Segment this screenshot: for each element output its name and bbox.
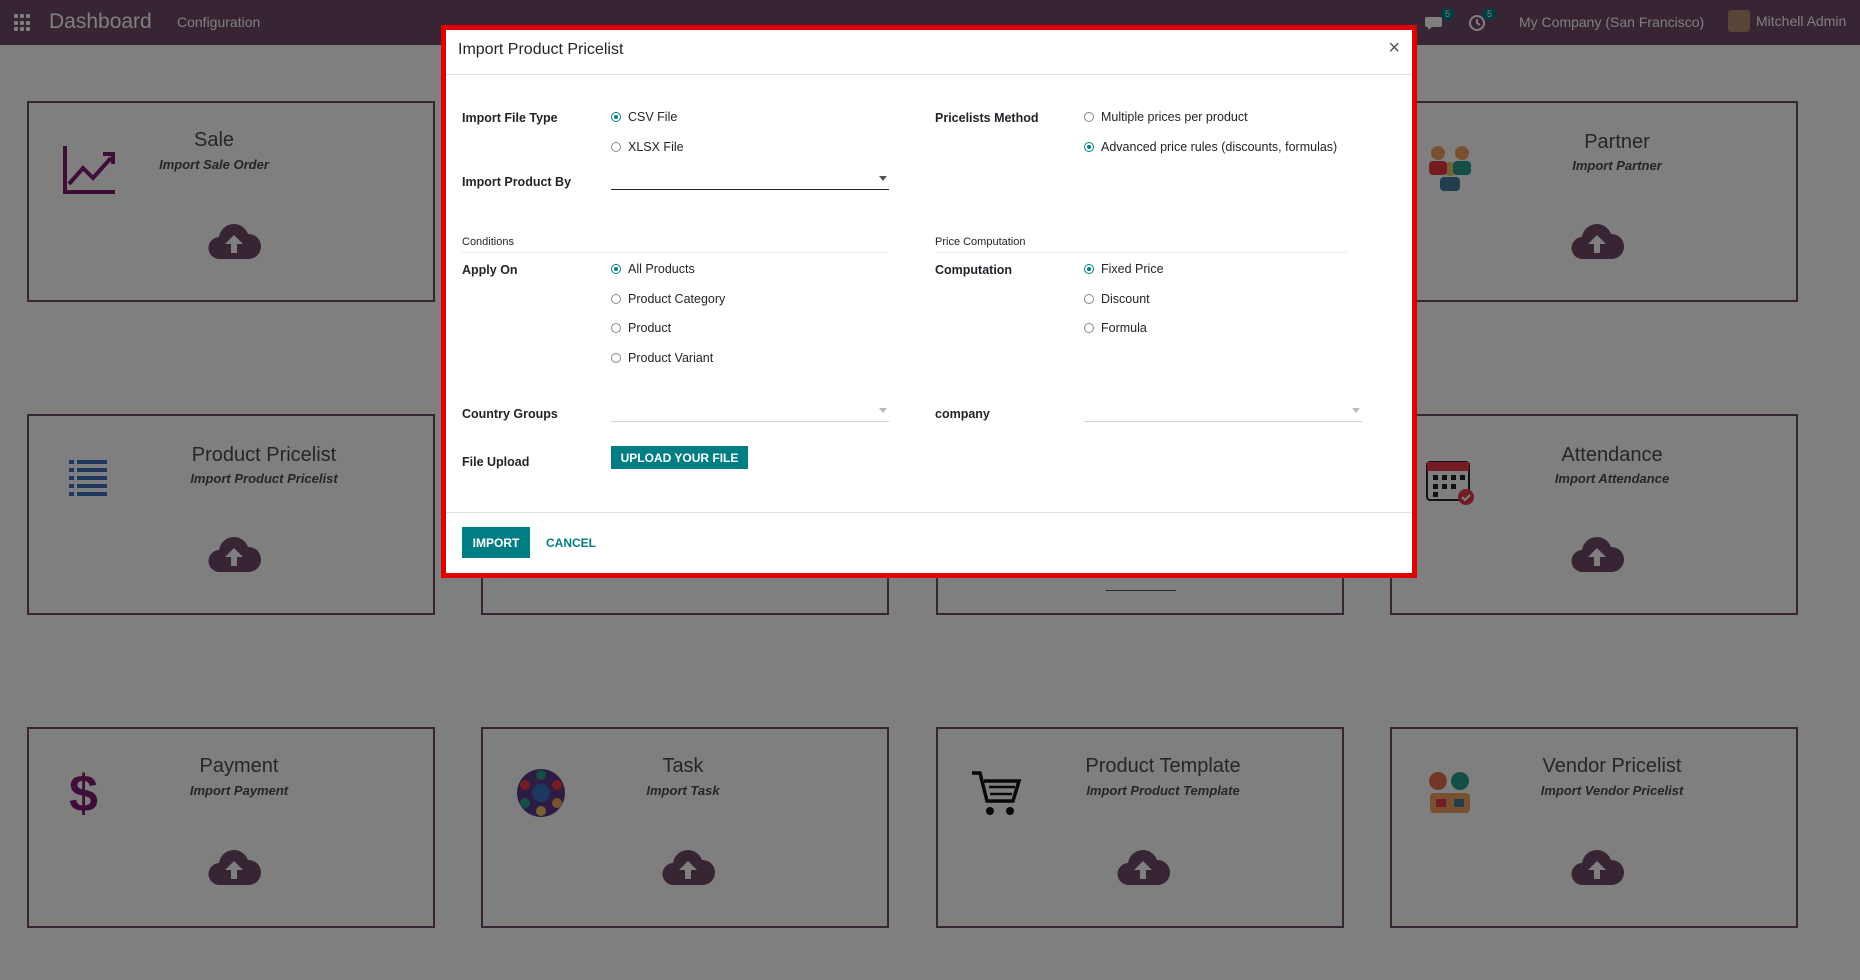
radio-csv-file[interactable]: CSV File	[611, 110, 677, 124]
radio-checked-icon	[1084, 142, 1094, 152]
radio-label: Product Category	[628, 292, 726, 306]
country-groups-label: Country Groups	[462, 407, 558, 421]
radio-product-variant[interactable]: Product Variant	[611, 351, 713, 365]
price-computation-section-title: Price Computation	[935, 236, 1026, 248]
import-dialog: Import Product Pricelist × Import File T…	[441, 25, 1417, 578]
radio-product[interactable]: Product	[611, 321, 671, 335]
radio-formula[interactable]: Formula	[1084, 321, 1147, 335]
radio-label: Formula	[1101, 321, 1147, 335]
dialog-title: Import Product Pricelist	[458, 41, 624, 58]
section-divider	[935, 252, 1347, 253]
radio-discount[interactable]: Discount	[1084, 292, 1150, 306]
chevron-down-icon	[879, 176, 887, 181]
radio-label: All Products	[628, 262, 695, 276]
close-icon[interactable]: ×	[1388, 37, 1400, 60]
import-file-type-label: Import File Type	[462, 111, 558, 125]
chevron-down-icon	[1352, 408, 1360, 413]
radio-checked-icon	[611, 264, 621, 274]
radio-xlsx-file[interactable]: XLSX File	[611, 140, 684, 154]
radio-unchecked-icon	[611, 323, 621, 333]
radio-unchecked-icon	[611, 294, 621, 304]
radio-label: XLSX File	[628, 140, 684, 154]
company-select[interactable]	[1084, 400, 1362, 422]
upload-your-file-button[interactable]: Upload your file	[611, 446, 748, 469]
radio-multiple-prices[interactable]: Multiple prices per product	[1084, 110, 1248, 124]
radio-label: Product	[628, 321, 672, 335]
cancel-button[interactable]: Cancel	[546, 536, 596, 550]
radio-label: Product Variant	[628, 351, 714, 365]
radio-label: Discount	[1101, 292, 1150, 306]
conditions-section-title: Conditions	[462, 236, 514, 248]
radio-label: Fixed Price	[1101, 262, 1164, 276]
radio-unchecked-icon	[611, 353, 621, 363]
dialog-header: Import Product Pricelist ×	[446, 30, 1412, 75]
radio-label: CSV File	[628, 110, 678, 124]
country-groups-select[interactable]	[611, 400, 889, 422]
radio-unchecked-icon	[1084, 294, 1094, 304]
radio-unchecked-icon	[611, 142, 621, 152]
import-button[interactable]: Import	[462, 527, 530, 558]
pricelists-method-label: Pricelists Method	[935, 111, 1039, 125]
dialog-footer-divider	[446, 512, 1412, 513]
radio-advanced-price-rules[interactable]: Advanced price rules (discounts, formula…	[1084, 140, 1337, 154]
computation-label: Computation	[935, 263, 1013, 277]
import-product-by-select[interactable]	[611, 168, 889, 190]
radio-label: Multiple prices per product	[1101, 110, 1248, 124]
chevron-down-icon	[879, 408, 887, 413]
file-upload-label: File Upload	[462, 455, 530, 469]
apply-on-label: Apply On	[462, 263, 518, 277]
radio-fixed-price[interactable]: Fixed Price	[1084, 262, 1164, 276]
radio-all-products[interactable]: All Products	[611, 262, 695, 276]
radio-unchecked-icon	[1084, 323, 1094, 333]
radio-unchecked-icon	[1084, 112, 1094, 122]
radio-checked-icon	[611, 112, 621, 122]
radio-checked-icon	[1084, 264, 1094, 274]
import-product-by-label: Import Product By	[462, 175, 572, 189]
company-label: company	[935, 407, 990, 421]
radio-product-category[interactable]: Product Category	[611, 292, 725, 306]
radio-label: Advanced price rules (discounts, formula…	[1101, 140, 1338, 154]
section-divider	[462, 252, 888, 253]
